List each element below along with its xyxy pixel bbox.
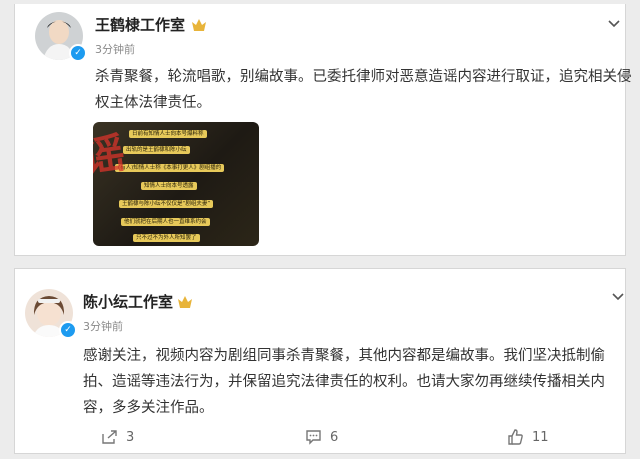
author-name[interactable]: 陈小纭工作室 [83, 291, 173, 312]
image-caption: 出轨的是王鹤棣和陈小纭 [123, 146, 190, 154]
image-caption: 知情人士向本号透露 [141, 182, 197, 190]
thumbs-up-icon [508, 429, 523, 445]
post-image[interactable]: 日前有知情人士向本号爆料称 出轨的是王鹤棣和陈小纭 (有人)知情人士称《本事打更… [93, 122, 259, 246]
comment-button[interactable]: 6 [305, 427, 338, 447]
image-caption: (有人)知情人士称《本事打更人》剧组播的 [115, 164, 225, 172]
crown-icon [191, 17, 207, 31]
verified-icon: ✓ [69, 44, 87, 62]
image-caption: 日前有知情人士向本号爆料称 [129, 130, 207, 138]
chevron-down-icon[interactable] [611, 287, 625, 301]
like-button[interactable]: 11 [507, 427, 549, 447]
post-card: ✓ 陈小纭工作室 3分钟前 感谢关注，视频内容为剧组同事杀青聚餐，其他内容都是编… [14, 268, 626, 454]
chevron-down-icon[interactable] [607, 14, 621, 28]
author-name[interactable]: 王鹤棣工作室 [95, 14, 185, 35]
crown-icon [177, 294, 193, 308]
share-count: 3 [126, 429, 135, 445]
post-card: ✓ 王鹤棣工作室 3分钟前 杀青聚餐，轮流唱歌，别编故事。已委托律师对恶意造谣内… [14, 4, 632, 256]
image-caption: 只不过不为外人所知罢了 [133, 234, 200, 242]
comment-icon [306, 430, 321, 445]
like-count: 11 [532, 429, 549, 445]
post-time: 3分钟前 [83, 320, 123, 333]
comment-count: 6 [330, 429, 339, 445]
post-text: 感谢关注，视频内容为剧组同事杀青聚餐，其他内容都是编故事。我们坚决抵制偷拍、造谣… [83, 348, 605, 416]
post-time: 3分钟前 [95, 43, 135, 56]
verified-icon: ✓ [59, 321, 77, 339]
share-icon [102, 430, 117, 444]
post-text: 杀青聚餐，轮流唱歌，别编故事。已委托律师对恶意造谣内容进行取证，追究相关侵权主体… [95, 69, 632, 111]
share-button[interactable]: 3 [101, 427, 134, 447]
